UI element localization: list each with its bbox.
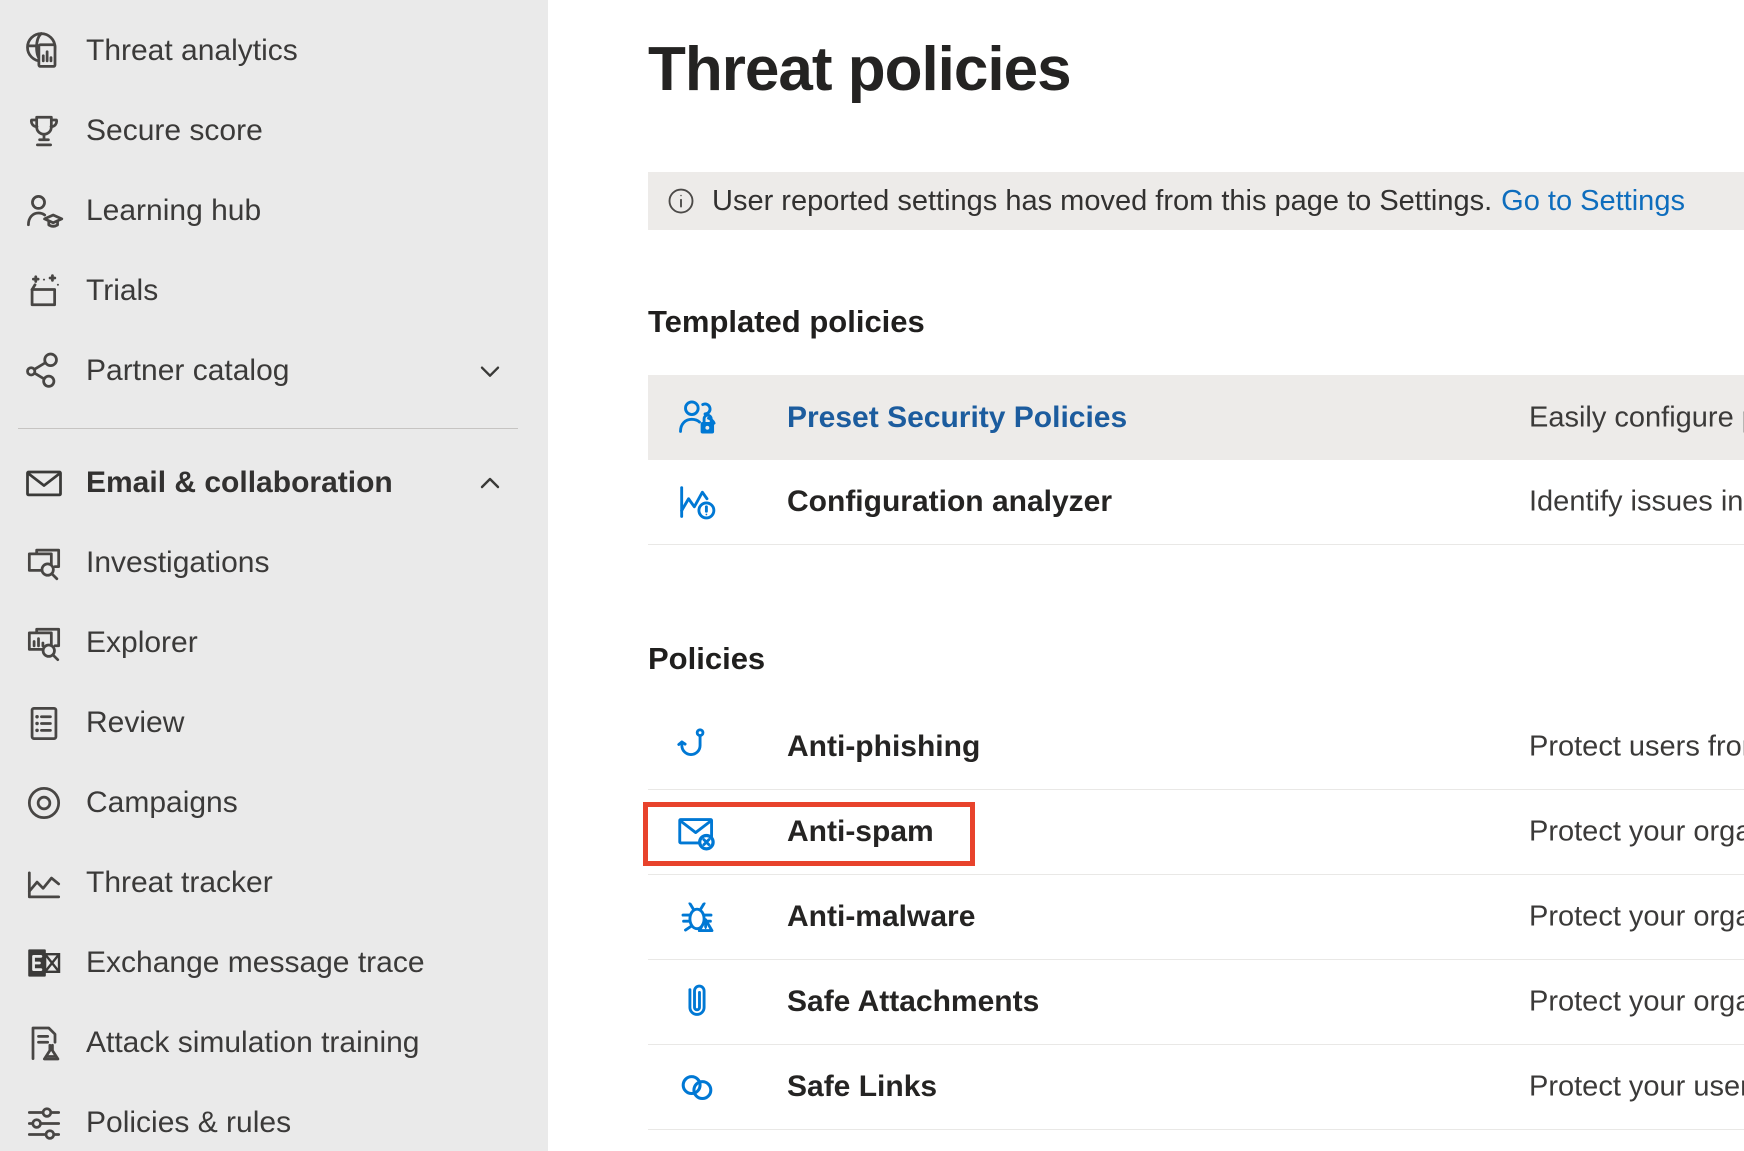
sidebar-item-label: Learning hub [86, 194, 261, 228]
row-label[interactable]: Safe Links [787, 1070, 937, 1104]
row-safe-attachments[interactable]: Safe Attachments Protect your organiz [648, 960, 1744, 1045]
sidebar-item-exchange-message-trace[interactable]: Exchange message trace [0, 923, 548, 1003]
sidebar-item-review[interactable]: Review [0, 683, 548, 763]
row-label[interactable]: Anti-spam [787, 815, 934, 849]
sidebar-item-threat-analytics[interactable]: Threat analytics [0, 11, 548, 91]
investigations-icon [22, 541, 66, 585]
attack-simulation-training-icon [22, 1021, 66, 1065]
sidebar-item-secure-score[interactable]: Secure score [0, 91, 548, 171]
campaigns-icon [22, 781, 66, 825]
preset-security-policies-icon [674, 395, 720, 441]
row-label[interactable]: Anti-malware [787, 900, 975, 934]
safe-attachments-icon [674, 979, 720, 1025]
sidebar-item-label: Exchange message trace [86, 946, 425, 980]
row-description: Protect your organiz [1529, 901, 1744, 934]
sidebar-item-campaigns[interactable]: Campaigns [0, 763, 548, 843]
sidebar-item-label: Policies & rules [86, 1106, 291, 1140]
learning-hub-icon [22, 189, 66, 233]
sidebar-item-threat-tracker[interactable]: Threat tracker [0, 843, 548, 923]
templated-policies-heading: Templated policies [648, 304, 925, 340]
explorer-icon [22, 621, 66, 665]
main-content: Threat policies User reported settings h… [548, 0, 1744, 1151]
row-label[interactable]: Configuration analyzer [787, 485, 1112, 519]
templated-policies-list: Preset Security Policies Easily configur… [648, 375, 1744, 545]
sidebar-item-attack-simulation-training[interactable]: Attack simulation training [0, 1003, 548, 1083]
sidebar-item-trials[interactable]: Trials [0, 251, 548, 331]
configuration-analyzer-icon [674, 479, 720, 525]
sidebar-item-label: Campaigns [86, 786, 238, 820]
go-to-settings-link[interactable]: Go to Settings [1501, 185, 1685, 218]
sidebar-item-label: Partner catalog [86, 354, 289, 388]
policies-heading: Policies [648, 641, 765, 677]
partner-catalog-icon [22, 349, 66, 393]
row-anti-malware[interactable]: Anti-malware Protect your organiz [648, 875, 1744, 960]
info-icon [666, 186, 696, 216]
email-icon [22, 461, 66, 505]
sidebar-item-label: Email & collaboration [86, 466, 393, 500]
sidebar-item-learning-hub[interactable]: Learning hub [0, 171, 548, 251]
row-description: Easily configure prot [1529, 401, 1744, 434]
anti-spam-icon [674, 809, 720, 855]
safe-links-icon [674, 1064, 720, 1110]
threat-analytics-icon [22, 29, 66, 73]
sidebar-divider [18, 428, 518, 429]
review-icon [22, 701, 66, 745]
info-banner: User reported settings has moved from th… [648, 172, 1744, 230]
row-description: Protect your organiz [1529, 816, 1744, 849]
row-preset-security-policies[interactable]: Preset Security Policies Easily configur… [648, 375, 1744, 460]
left-navigation: Threat analytics Secure score Learning h… [0, 0, 548, 1151]
sidebar-item-label: Trials [86, 274, 158, 308]
secure-score-icon [22, 109, 66, 153]
threat-policies-page: { "sidebar": { "items": [ {"label": "Thr… [0, 0, 1744, 1151]
sidebar-item-label: Explorer [86, 626, 198, 660]
row-description: Protect users from p [1529, 731, 1744, 764]
chevron-down-icon[interactable] [474, 355, 506, 387]
banner-message: User reported settings has moved from th… [712, 185, 1492, 218]
sidebar-item-label: Threat analytics [86, 34, 298, 68]
row-safe-links[interactable]: Safe Links Protect your users fr [648, 1045, 1744, 1130]
policies-rules-icon [22, 1101, 66, 1145]
threat-tracker-icon [22, 861, 66, 905]
chevron-up-icon[interactable] [474, 467, 506, 499]
exchange-message-trace-icon [22, 941, 66, 985]
trials-icon [22, 269, 66, 313]
row-description: Identify issues in you [1529, 486, 1744, 519]
sidebar-item-policies-rules[interactable]: Policies & rules [0, 1083, 548, 1151]
page-title: Threat policies [648, 34, 1071, 105]
sidebar-item-explorer[interactable]: Explorer [0, 603, 548, 683]
sidebar-item-label: Secure score [86, 114, 263, 148]
row-description: Protect your users fr [1529, 1071, 1744, 1104]
sidebar-item-partner-catalog[interactable]: Partner catalog [0, 331, 548, 411]
sidebar-item-label: Attack simulation training [86, 1026, 420, 1060]
row-description: Protect your organiz [1529, 986, 1744, 1019]
anti-malware-icon [674, 894, 720, 940]
sidebar-item-investigations[interactable]: Investigations [0, 523, 548, 603]
row-anti-spam[interactable]: Anti-spam Protect your organiz [648, 790, 1744, 875]
anti-phishing-icon [674, 724, 720, 770]
row-label[interactable]: Preset Security Policies [787, 401, 1127, 435]
sidebar-item-label: Threat tracker [86, 866, 273, 900]
policies-list: Anti-phishing Protect users from p Anti-… [648, 705, 1744, 1130]
sidebar-item-label: Investigations [86, 546, 269, 580]
row-anti-phishing[interactable]: Anti-phishing Protect users from p [648, 705, 1744, 790]
row-configuration-analyzer[interactable]: Configuration analyzer Identify issues i… [648, 460, 1744, 545]
row-label[interactable]: Safe Attachments [787, 985, 1039, 1019]
row-label[interactable]: Anti-phishing [787, 730, 980, 764]
sidebar-item-label: Review [86, 706, 184, 740]
sidebar-item-email-collaboration[interactable]: Email & collaboration [0, 443, 548, 523]
